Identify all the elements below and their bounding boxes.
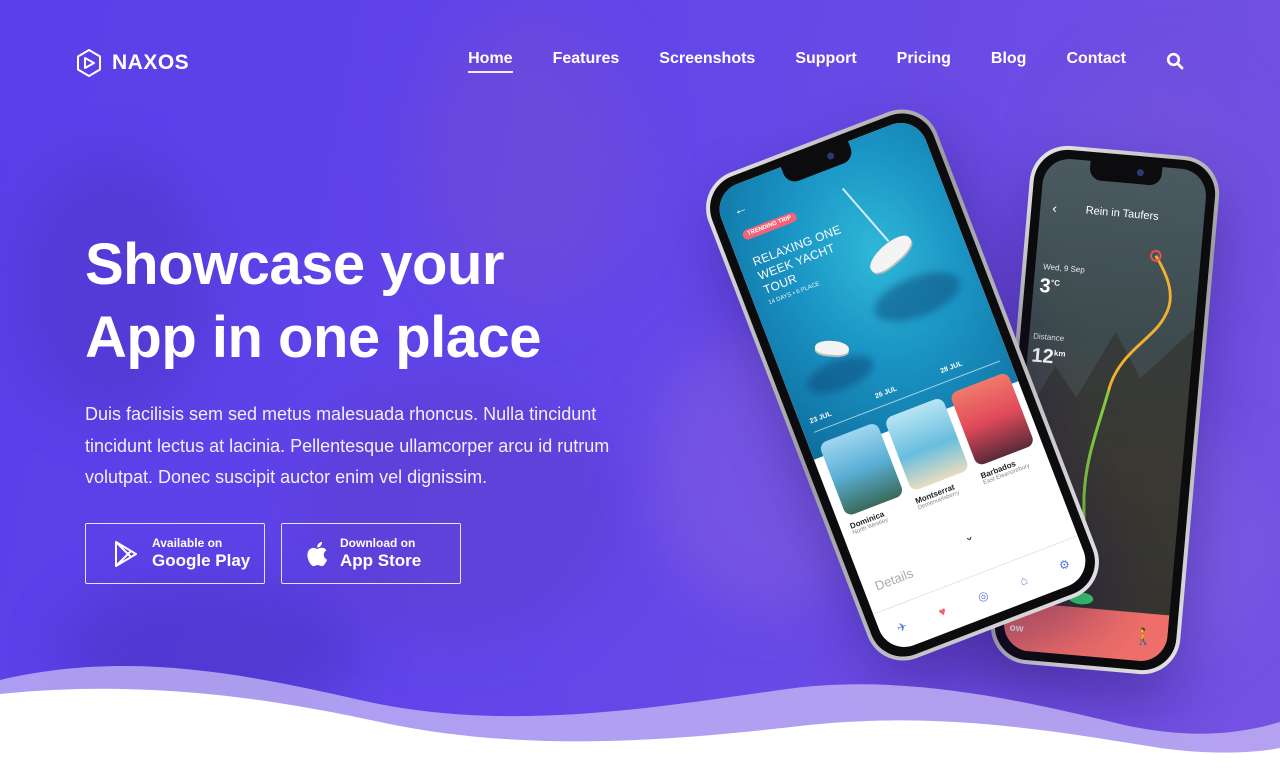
google-play-button[interactable]: Available on Google Play (85, 523, 265, 584)
hero-title-line: Showcase your (85, 232, 504, 297)
google-play-small-label: Available on (152, 535, 223, 550)
app-store-small-label: Download on (340, 535, 416, 550)
tab-icon[interactable]: ⌂ (1018, 572, 1030, 588)
nav-item-contact[interactable]: Contact (1066, 50, 1126, 72)
brand-logo[interactable]: NAXOS (76, 49, 189, 77)
nav-item-screenshots[interactable]: Screenshots (659, 50, 755, 72)
weather-temp: 3°C (1038, 274, 1061, 298)
logo-icon (77, 49, 101, 77)
nav-item-blog[interactable]: Blog (991, 50, 1027, 72)
details-label: Details (872, 565, 916, 594)
google-play-big-label: Google Play (152, 550, 251, 570)
search-icon[interactable] (1166, 52, 1184, 70)
tab-icon[interactable]: ⚙ (1057, 556, 1072, 573)
main-nav: Home Features Screenshots Support Pricin… (428, 50, 1184, 73)
hiker-icon: 🚶 (1132, 628, 1155, 648)
hero-title-line: App in one place (85, 305, 542, 370)
nav-item-support[interactable]: Support (795, 50, 856, 72)
hero-title: Showcase your App in one place (85, 228, 542, 374)
bottom-wave (0, 666, 1280, 780)
brand-name: NAXOS (112, 51, 190, 74)
start-bar-label: ow (1009, 622, 1024, 635)
app-store-button[interactable]: Download on App Store (281, 523, 461, 584)
chevron-down-icon[interactable]: ⌄ (961, 528, 975, 545)
apple-icon (307, 541, 328, 566)
hero-description: Duis facilisis sem sed metus malesuada r… (85, 404, 610, 487)
nav-item-home[interactable]: Home (468, 50, 514, 73)
nav-item-pricing[interactable]: Pricing (897, 50, 951, 72)
tab-icon[interactable]: ♥ (937, 603, 949, 619)
tab-icon[interactable]: ◎ (976, 587, 991, 604)
nav-item-features[interactable]: Features (553, 50, 620, 72)
app-store-big-label: App Store (340, 550, 422, 570)
google-play-icon (115, 540, 137, 567)
tab-icon[interactable]: ✈ (895, 618, 909, 635)
distance-value: 12km (1030, 344, 1066, 369)
